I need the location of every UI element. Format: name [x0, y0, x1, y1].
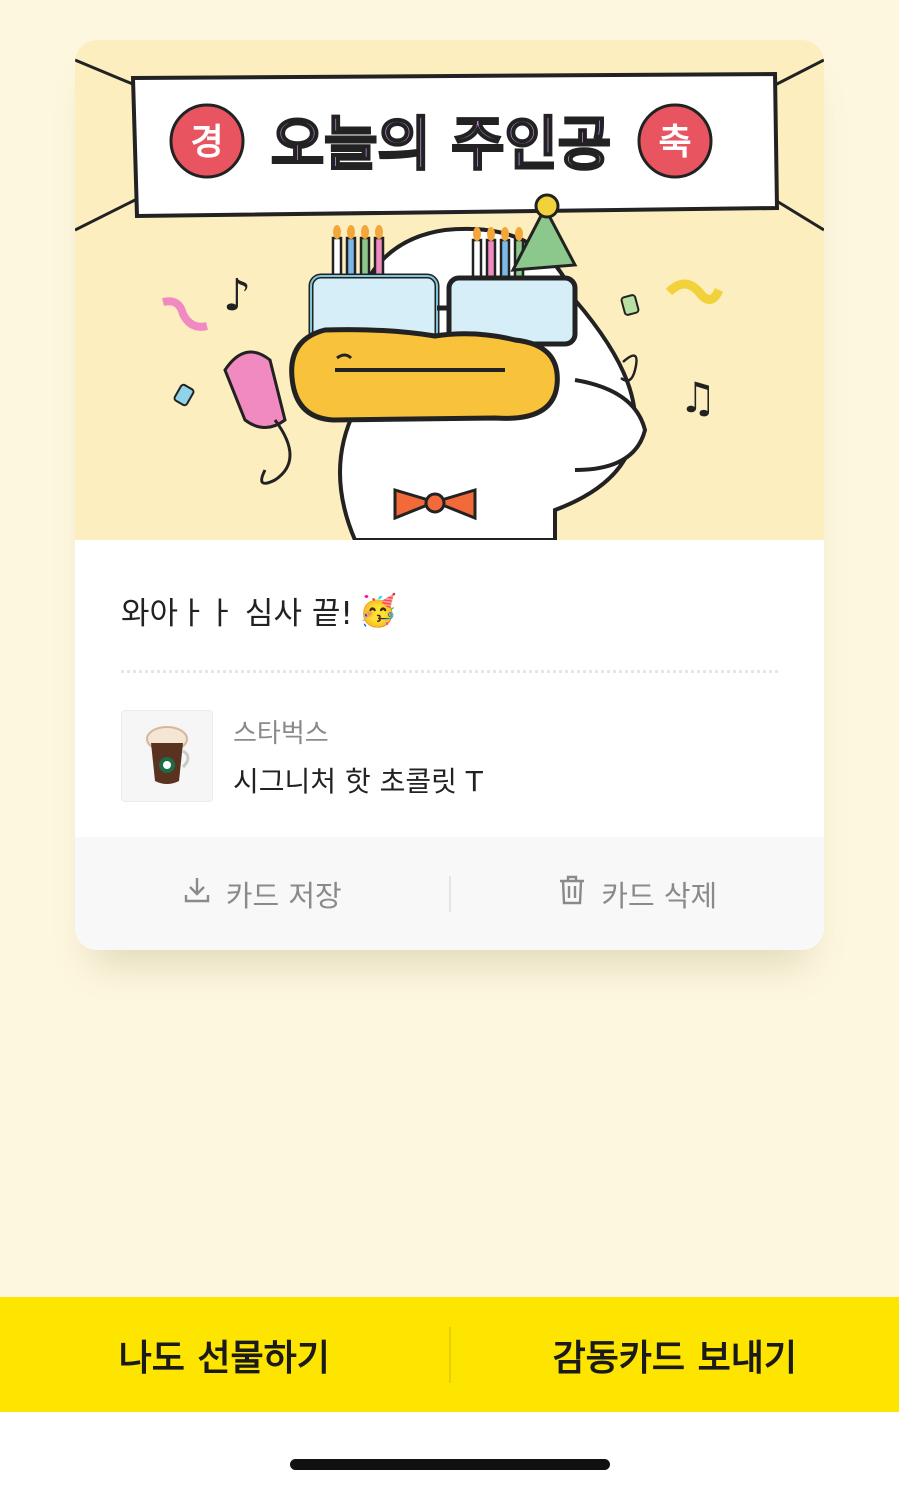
party-face-emoji: 🥳	[358, 593, 398, 629]
celebration-illustration: 경 축 오늘의 주인공 ♪ ♫	[75, 40, 824, 540]
product-info[interactable]: 스타벅스 시그니처 핫 초콜릿 T	[121, 710, 483, 802]
home-indicator[interactable]	[290, 1459, 610, 1470]
product-brand: 스타벅스	[233, 718, 329, 749]
svg-text:♫: ♫	[679, 373, 717, 422]
gift-myself-button[interactable]: 나도 선물하기	[0, 1329, 449, 1381]
card-actions: 카드 저장 카드 삭제	[75, 837, 824, 950]
product-thumbnail	[121, 710, 213, 802]
message-text: 와아ㅏㅏ 심사 끝!	[121, 596, 353, 632]
trash-icon	[557, 874, 587, 913]
bottom-action-bar: 나도 선물하기 감동카드 보내기	[0, 1297, 899, 1412]
download-icon	[182, 875, 212, 912]
divider	[121, 670, 778, 673]
home-indicator-area	[0, 1412, 899, 1490]
banner-title: 오늘의 주인공	[271, 110, 611, 178]
svg-text:♪: ♪	[223, 270, 251, 321]
delete-card-button[interactable]: 카드 삭제	[451, 873, 825, 915]
badge-right: 축	[658, 122, 691, 163]
send-card-button[interactable]: 감동카드 보내기	[451, 1329, 899, 1381]
save-card-label: 카드 저장	[225, 878, 342, 913]
card-message: 와아ㅏㅏ 심사 끝! 🥳	[121, 588, 397, 633]
badge-left: 경	[190, 122, 223, 163]
product-name: 시그니처 핫 초콜릿 T	[233, 764, 483, 798]
delete-card-label: 카드 삭제	[601, 878, 718, 913]
gift-card: 경 축 오늘의 주인공 ♪ ♫ 와아ㅏㅏ 심사 끝! 🥳 스타벅스 시그니처 핫…	[75, 40, 824, 950]
save-card-button[interactable]: 카드 저장	[75, 873, 449, 915]
